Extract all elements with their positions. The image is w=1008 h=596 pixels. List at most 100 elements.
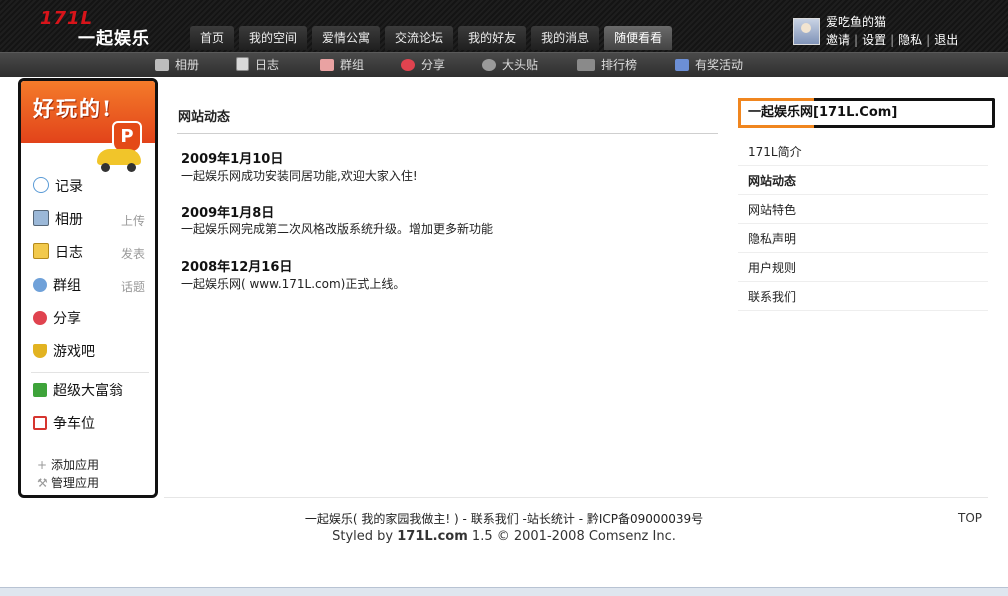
wrench-icon: ⚒ — [37, 476, 48, 490]
about-link-rules[interactable]: 用户规则 — [738, 254, 988, 282]
car-wheel-icon — [101, 163, 110, 172]
styled-suffix: 1.5 © 2001-2008 Comsenz Inc. — [471, 529, 676, 544]
post-blog-link[interactable]: 发表 — [121, 245, 145, 262]
money-icon — [33, 383, 47, 397]
nav-tab-my-friends[interactable]: 我的好友 — [458, 26, 527, 50]
footer-stats-link[interactable]: 站长统计 — [527, 512, 575, 526]
about-link-privacy[interactable]: 隐私声明 — [738, 225, 988, 253]
gift-icon — [675, 59, 689, 71]
add-app-link[interactable]: + 添加应用 — [37, 456, 99, 473]
footer-copyright: Styled by 171L.com 1.5 © 2001-2008 Comse… — [0, 529, 1008, 544]
app-sidebar: 好玩的! P 记录 相册 上传 日志 发表 群组 话题 分享 游戏吧 超级大富翁… — [18, 78, 158, 498]
username[interactable]: 爱吃鱼的猫 — [826, 13, 886, 30]
privacy-link[interactable]: 隐私 — [898, 33, 922, 47]
app-album[interactable]: 相册 — [33, 210, 83, 230]
app-record[interactable]: 记录 — [33, 177, 83, 197]
subnav-prize-events[interactable]: 有奖活动 — [675, 57, 743, 73]
subnav-label: 有奖活动 — [695, 58, 744, 72]
logo-text: 一起娱乐 — [78, 29, 150, 49]
subnav-label: 日志 — [255, 58, 280, 72]
styled-brand-link[interactable]: 171L.com — [397, 529, 468, 544]
subnav-label: 分享 — [421, 58, 446, 72]
subnav-blog[interactable]: 日志 — [236, 57, 279, 73]
parking-icon — [33, 416, 47, 430]
app-label: 争车位 — [53, 416, 95, 432]
settings-link[interactable]: 设置 — [862, 33, 886, 47]
topic-link[interactable]: 话题 — [121, 278, 145, 295]
subnav-ranking[interactable]: 排行榜 — [577, 57, 637, 73]
footer-site-link[interactable]: 一起娱乐( 我的家园我做主! ) — [305, 512, 459, 526]
sub-nav: 相册 日志 群组 分享 大头贴 排行榜 有奖活动 — [0, 52, 1008, 77]
subnav-photo-booth[interactable]: 大头贴 — [482, 57, 538, 73]
subnav-share[interactable]: 分享 — [401, 57, 445, 73]
divider — [177, 133, 718, 134]
group-icon — [320, 59, 334, 71]
document-icon — [236, 57, 249, 71]
manage-app-link[interactable]: ⚒ 管理应用 — [37, 474, 99, 491]
about-link-contact[interactable]: 联系我们 — [738, 283, 988, 311]
separator: | — [890, 33, 895, 47]
nav-tab-love-apartment[interactable]: 爱情公寓 — [312, 26, 381, 50]
manage-app-label: 管理应用 — [51, 476, 100, 490]
about-box-title: 一起娱乐网[171L.Com] — [748, 105, 898, 120]
separator: - — [462, 512, 471, 526]
about-link-features[interactable]: 网站特色 — [738, 196, 988, 224]
divider — [164, 497, 988, 498]
hearts-icon — [33, 311, 47, 325]
invite-link[interactable]: 邀请 — [826, 33, 850, 47]
footer-icp-link[interactable]: 黔ICP备09000039号 — [587, 512, 703, 526]
subnav-album[interactable]: 相册 — [155, 57, 199, 73]
subnav-group[interactable]: 群组 — [320, 57, 364, 73]
logout-link[interactable]: 退出 — [934, 33, 958, 47]
subnav-label: 相册 — [175, 58, 200, 72]
back-to-top-link[interactable]: TOP — [958, 511, 982, 525]
main-nav: 首页 我的空间 爱情公寓 交流论坛 我的好友 我的消息 随便看看 — [190, 26, 677, 50]
plus-icon: + — [37, 458, 48, 472]
trophy-icon — [33, 344, 47, 358]
about-box-header: 一起娱乐网[171L.Com] — [738, 98, 995, 128]
people-icon — [33, 278, 47, 292]
site-logo[interactable]: 171L 一起娱乐 — [34, 8, 164, 49]
news-date: 2009年1月10日 — [181, 152, 284, 167]
page-title: 网站动态 — [178, 110, 231, 125]
about-link-intro[interactable]: 171L简介 — [738, 138, 988, 166]
app-monopoly[interactable]: 超级大富翁 — [33, 381, 123, 401]
app-share[interactable]: 分享 — [33, 309, 81, 329]
footer-contact-link[interactable]: 联系我们 — [471, 512, 519, 526]
upload-photo-link[interactable]: 上传 — [121, 212, 145, 229]
avatar[interactable] — [793, 18, 820, 45]
app-blog[interactable]: 日志 — [33, 243, 83, 263]
car-wheel-icon — [127, 163, 136, 172]
nav-tab-home[interactable]: 首页 — [190, 26, 235, 50]
app-label: 游戏吧 — [53, 344, 95, 360]
nav-tab-browse[interactable]: 随便看看 — [604, 26, 673, 50]
app-label: 分享 — [53, 311, 81, 327]
nav-tab-forum[interactable]: 交流论坛 — [385, 26, 454, 50]
divider — [31, 372, 149, 373]
news-text: 一起娱乐网完成第二次风格改版系统升级。增加更多新功能 — [181, 222, 494, 236]
camera-icon — [155, 59, 169, 71]
app-games[interactable]: 游戏吧 — [33, 342, 95, 362]
subnav-label: 群组 — [340, 58, 365, 72]
news-text: 一起娱乐网成功安装同居功能,欢迎大家入住! — [181, 169, 418, 183]
nav-tab-my-space[interactable]: 我的空间 — [239, 26, 308, 50]
user-box: 爱吃鱼的猫 邀请 | 设置 | 隐私 | 退出 — [793, 13, 1003, 50]
news-text: 一起娱乐网( www.171L.com)正式上线。 — [181, 277, 406, 291]
news-date: 2008年12月16日 — [181, 260, 293, 275]
app-label: 日志 — [55, 245, 83, 261]
banner-title: 好玩的! — [33, 96, 114, 121]
photo-icon — [33, 210, 49, 226]
separator: | — [926, 33, 931, 47]
app-parking[interactable]: 争车位 — [33, 414, 95, 434]
app-label: 记录 — [55, 179, 83, 195]
about-link-news[interactable]: 网站动态 — [738, 167, 988, 195]
pk-icon — [577, 59, 595, 71]
fun-banner[interactable]: 好玩的! P — [21, 81, 155, 153]
notebook-icon — [33, 243, 49, 259]
nav-tab-my-messages[interactable]: 我的消息 — [531, 26, 600, 50]
top-header: 171L 一起娱乐 首页 我的空间 爱情公寓 交流论坛 我的好友 我的消息 随便… — [0, 0, 1008, 52]
app-group[interactable]: 群组 — [33, 276, 81, 296]
photo-booth-icon — [482, 59, 496, 71]
subnav-label: 大头贴 — [502, 58, 539, 72]
separator: - — [578, 512, 587, 526]
